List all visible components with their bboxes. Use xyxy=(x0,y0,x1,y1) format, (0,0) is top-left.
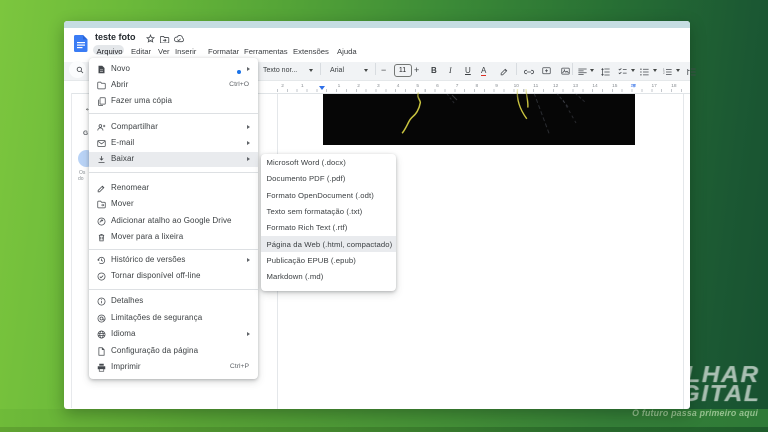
svg-text:2: 2 xyxy=(663,70,665,74)
